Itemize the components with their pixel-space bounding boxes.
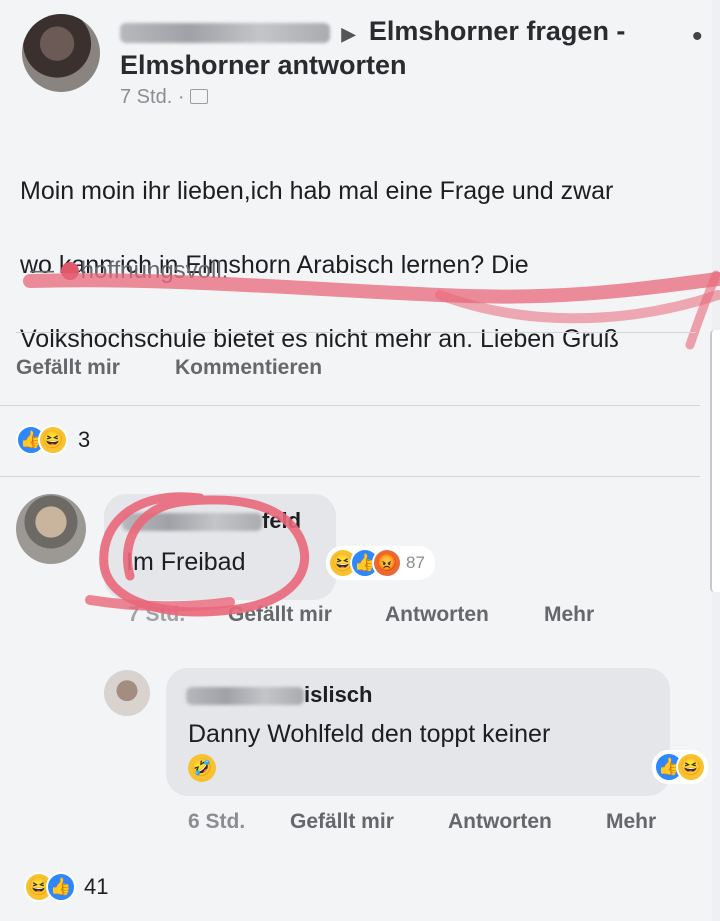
reply-text: Danny Wohlfeld den toppt keiner	[188, 720, 551, 748]
comment-time[interactable]: 7 Std.	[128, 603, 185, 627]
footer-reaction-count: 41	[84, 874, 109, 899]
group-name[interactable]: Elmshorner fragen -	[369, 16, 626, 46]
more-options-icon[interactable]: •	[692, 20, 702, 54]
divider	[16, 332, 696, 333]
feeling-tag: — hoffnungsvoll.	[30, 257, 229, 284]
reaction-count: 3	[78, 427, 91, 452]
replier-name-visible: islisch	[304, 682, 373, 707]
reply-time[interactable]: 6 Std.	[188, 810, 245, 834]
comment-reaction-count: 87	[406, 553, 425, 572]
commenter-name[interactable]: feld	[122, 508, 301, 534]
author-avatar[interactable]	[22, 14, 100, 92]
angry-icon: 😡	[372, 548, 402, 578]
commenter-name-blurred	[122, 513, 262, 532]
comment-like-button[interactable]: Gefällt mir	[228, 603, 332, 627]
post-meta: 7 Std. ·	[120, 86, 209, 109]
commenter-avatar[interactable]	[16, 494, 86, 564]
group-audience-icon	[190, 89, 209, 104]
divider	[0, 405, 700, 406]
comment-text: Im Freibad	[126, 548, 246, 576]
commenter-name-visible: feld	[262, 508, 302, 533]
reply-more-button[interactable]: Mehr	[606, 810, 656, 834]
post-reactions[interactable]: 👍 😆 3	[16, 425, 90, 455]
rose-icon	[60, 262, 79, 280]
like-button[interactable]: Gefällt mir	[16, 356, 120, 380]
footer-reactions[interactable]: 😆 👍 41	[24, 872, 108, 902]
reply-emoji-laughing: 🤣	[188, 754, 216, 782]
feeling-text: hoffnungsvoll.	[80, 257, 229, 284]
replier-avatar[interactable]	[104, 670, 150, 716]
group-name-line2[interactable]: Elmshorner antworten	[120, 50, 407, 81]
comment-button[interactable]: Kommentieren	[175, 356, 322, 380]
post-body-line: Moin moin ihr lieben,ich hab mal eine Fr…	[20, 177, 614, 205]
author-name-blurred[interactable]	[120, 22, 330, 43]
replier-name[interactable]: islisch	[186, 682, 372, 708]
reply-like-button[interactable]: Gefällt mir	[290, 810, 394, 834]
comment-reply-button[interactable]: Antworten	[385, 603, 489, 627]
post-header-line1: ▶ Elmshorner fragen -	[120, 16, 625, 47]
replier-name-blurred	[186, 687, 304, 706]
arrow-right-icon: ▶	[341, 24, 356, 44]
haha-icon: 😆	[38, 425, 68, 455]
haha-icon: 😆	[676, 752, 706, 782]
like-icon: 👍	[46, 872, 76, 902]
post-body-line: Volkshochschule bietet es nicht mehr an.…	[20, 325, 619, 353]
laughing-emoji-icon: 🤣	[188, 754, 216, 782]
comment-more-button[interactable]: Mehr	[544, 603, 594, 627]
divider	[0, 476, 700, 477]
reply-reactions[interactable]: 👍 😆	[652, 750, 708, 784]
post-time[interactable]: 7 Std.	[120, 86, 172, 108]
reply-reply-button[interactable]: Antworten	[448, 810, 552, 834]
comment-reactions[interactable]: 😆 👍 😡 87	[326, 546, 435, 580]
